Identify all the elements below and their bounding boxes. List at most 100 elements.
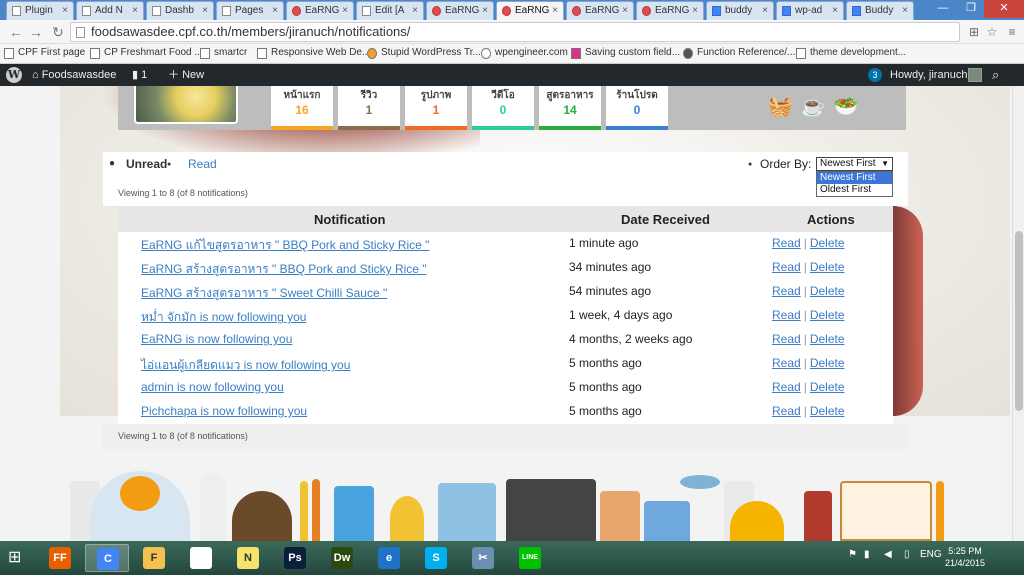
taskbar-app[interactable]: ✂: [461, 544, 505, 572]
taskbar-app[interactable]: [179, 544, 223, 572]
close-tab-icon[interactable]: ×: [692, 2, 698, 19]
translate-icon[interactable]: ⊞: [966, 24, 982, 40]
browser-tab[interactable]: EaRNG ×: [636, 1, 704, 20]
browser-tab[interactable]: Edit [A ×: [356, 1, 424, 20]
mark-read-link[interactable]: Read: [772, 236, 801, 250]
avatar[interactable]: [968, 68, 982, 82]
profile-stat[interactable]: รีวิว 1: [338, 86, 400, 130]
bookmark-item[interactable]: Responsive Web De...: [257, 47, 370, 59]
close-tab-icon[interactable]: ×: [272, 2, 278, 19]
search-icon[interactable]: ⌕: [992, 64, 999, 86]
delete-link[interactable]: Delete: [810, 308, 845, 322]
notification-link[interactable]: admin is now following you: [141, 380, 284, 394]
taskbar-app[interactable]: Ps: [273, 544, 317, 572]
browser-tab[interactable]: Buddy ×: [846, 1, 914, 20]
delete-link[interactable]: Delete: [810, 404, 845, 418]
taskbar-app[interactable]: FF: [38, 544, 82, 572]
browser-tab[interactable]: EaRNG ×: [426, 1, 494, 20]
taskbar-app[interactable]: e: [367, 544, 411, 572]
taskbar-app[interactable]: LINE: [508, 544, 552, 572]
notification-link[interactable]: ไอ่แอนผู้เกลียดแมว is now following you: [141, 356, 350, 375]
close-window-button[interactable]: ✕: [984, 0, 1024, 18]
close-tab-icon[interactable]: ×: [552, 2, 558, 19]
notification-link[interactable]: หม่ำ จักมัก is now following you: [141, 308, 306, 327]
mark-read-link[interactable]: Read: [772, 284, 801, 298]
taskbar-app[interactable]: C: [85, 544, 129, 572]
browser-tab[interactable]: Add N ×: [76, 1, 144, 20]
taskbar-app[interactable]: N: [226, 544, 270, 572]
new-content-link[interactable]: ＋ New: [168, 64, 204, 86]
profile-stat[interactable]: วีดีโอ 0: [472, 86, 534, 130]
battery-icon[interactable]: ▯: [904, 549, 910, 560]
bookmark-item[interactable]: Stupid WordPress Tr...: [367, 47, 481, 59]
scrollbar-thumb[interactable]: [1015, 231, 1023, 411]
browser-tab[interactable]: wp-ad ×: [776, 1, 844, 20]
mark-read-link[interactable]: Read: [772, 404, 801, 418]
howdy-user-link[interactable]: Howdy, jiranuch: [890, 64, 967, 86]
volume-icon[interactable]: ◀: [884, 549, 892, 560]
network-icon[interactable]: ▮: [864, 549, 870, 560]
mark-read-link[interactable]: Read: [772, 260, 801, 274]
bookmark-item[interactable]: CPF First page: [4, 47, 85, 59]
mark-read-link[interactable]: Read: [772, 356, 801, 370]
notification-link[interactable]: EaRNG แก้ไขสูตรอาหาร " BBQ Pork and Stic…: [141, 236, 429, 255]
close-tab-icon[interactable]: ×: [762, 2, 768, 19]
menu-icon[interactable]: ≡: [1004, 24, 1020, 40]
delete-link[interactable]: Delete: [810, 260, 845, 274]
order-option-oldest[interactable]: Oldest First: [817, 184, 892, 196]
delete-link[interactable]: Delete: [810, 380, 845, 394]
profile-stat[interactable]: สูตรอาหาร 14: [539, 86, 601, 130]
taskbar-app[interactable]: F: [132, 544, 176, 572]
mark-read-link[interactable]: Read: [772, 308, 801, 322]
browser-tab[interactable]: Dashb ×: [146, 1, 214, 20]
mark-read-link[interactable]: Read: [772, 332, 801, 346]
order-by-select[interactable]: Newest First ▼: [816, 157, 893, 171]
profile-stat[interactable]: หน้าแรก 16: [271, 86, 333, 130]
close-tab-icon[interactable]: ×: [902, 2, 908, 19]
close-tab-icon[interactable]: ×: [202, 2, 208, 19]
close-tab-icon[interactable]: ×: [622, 2, 628, 19]
notification-count-badge[interactable]: 3: [868, 68, 882, 82]
address-bar[interactable]: foodsawasdee.cpf.co.th/members/jiranuch/…: [70, 22, 960, 42]
notification-link[interactable]: EaRNG สร้างสูตรอาหาร " Sweet Chilli Sauc…: [141, 284, 387, 303]
bookmark-item[interactable]: wpengineer.com: [481, 47, 568, 59]
bookmark-item[interactable]: theme development...: [796, 47, 906, 59]
delete-link[interactable]: Delete: [810, 284, 845, 298]
notification-link[interactable]: EaRNG สร้างสูตรอาหาร " BBQ Pork and Stic…: [141, 260, 427, 279]
browser-tab[interactable]: Pages ×: [216, 1, 284, 20]
mark-read-link[interactable]: Read: [772, 380, 801, 394]
browser-tab[interactable]: Plugin ×: [6, 1, 74, 20]
tab-unread[interactable]: Unread: [126, 157, 167, 171]
bookmark-star-icon[interactable]: ☆: [984, 24, 1000, 40]
taskbar-app[interactable]: S: [414, 544, 458, 572]
notification-link[interactable]: EaRNG is now following you: [141, 332, 292, 346]
wordpress-logo-icon[interactable]: W: [6, 67, 22, 83]
browser-tab[interactable]: buddy ×: [706, 1, 774, 20]
page-scrollbar[interactable]: [1012, 86, 1024, 541]
tab-read[interactable]: Read: [188, 157, 217, 171]
back-icon[interactable]: ←: [6, 22, 26, 42]
delete-link[interactable]: Delete: [810, 356, 845, 370]
browser-tab[interactable]: EaRNG ×: [566, 1, 634, 20]
profile-stat[interactable]: ร้านโปรด 0: [606, 86, 668, 130]
system-clock[interactable]: 5:25 PM 21/4/2015: [940, 545, 990, 569]
maximize-button[interactable]: ❐: [958, 0, 984, 18]
action-center-icon[interactable]: ⚑: [848, 549, 857, 560]
browser-tab[interactable]: EaRNG ×: [286, 1, 354, 20]
bookmark-item[interactable]: CP Freshmart Food ...: [90, 47, 203, 59]
close-tab-icon[interactable]: ×: [832, 2, 838, 19]
close-tab-icon[interactable]: ×: [342, 2, 348, 19]
bookmark-item[interactable]: smartcr: [200, 47, 247, 59]
notification-link[interactable]: Pichchapa is now following you: [141, 404, 307, 418]
windows-start-icon[interactable]: ⊞: [8, 549, 28, 567]
close-tab-icon[interactable]: ×: [482, 2, 488, 19]
delete-link[interactable]: Delete: [810, 236, 845, 250]
forward-icon[interactable]: →: [26, 22, 46, 42]
reload-icon[interactable]: ↻: [48, 22, 68, 42]
browser-tab[interactable]: EaRNG ×: [496, 1, 564, 20]
close-tab-icon[interactable]: ×: [132, 2, 138, 19]
close-tab-icon[interactable]: ×: [62, 2, 68, 19]
bookmark-item[interactable]: Function Reference/...: [683, 47, 795, 59]
delete-link[interactable]: Delete: [810, 332, 845, 346]
taskbar-app[interactable]: Dw: [320, 544, 364, 572]
